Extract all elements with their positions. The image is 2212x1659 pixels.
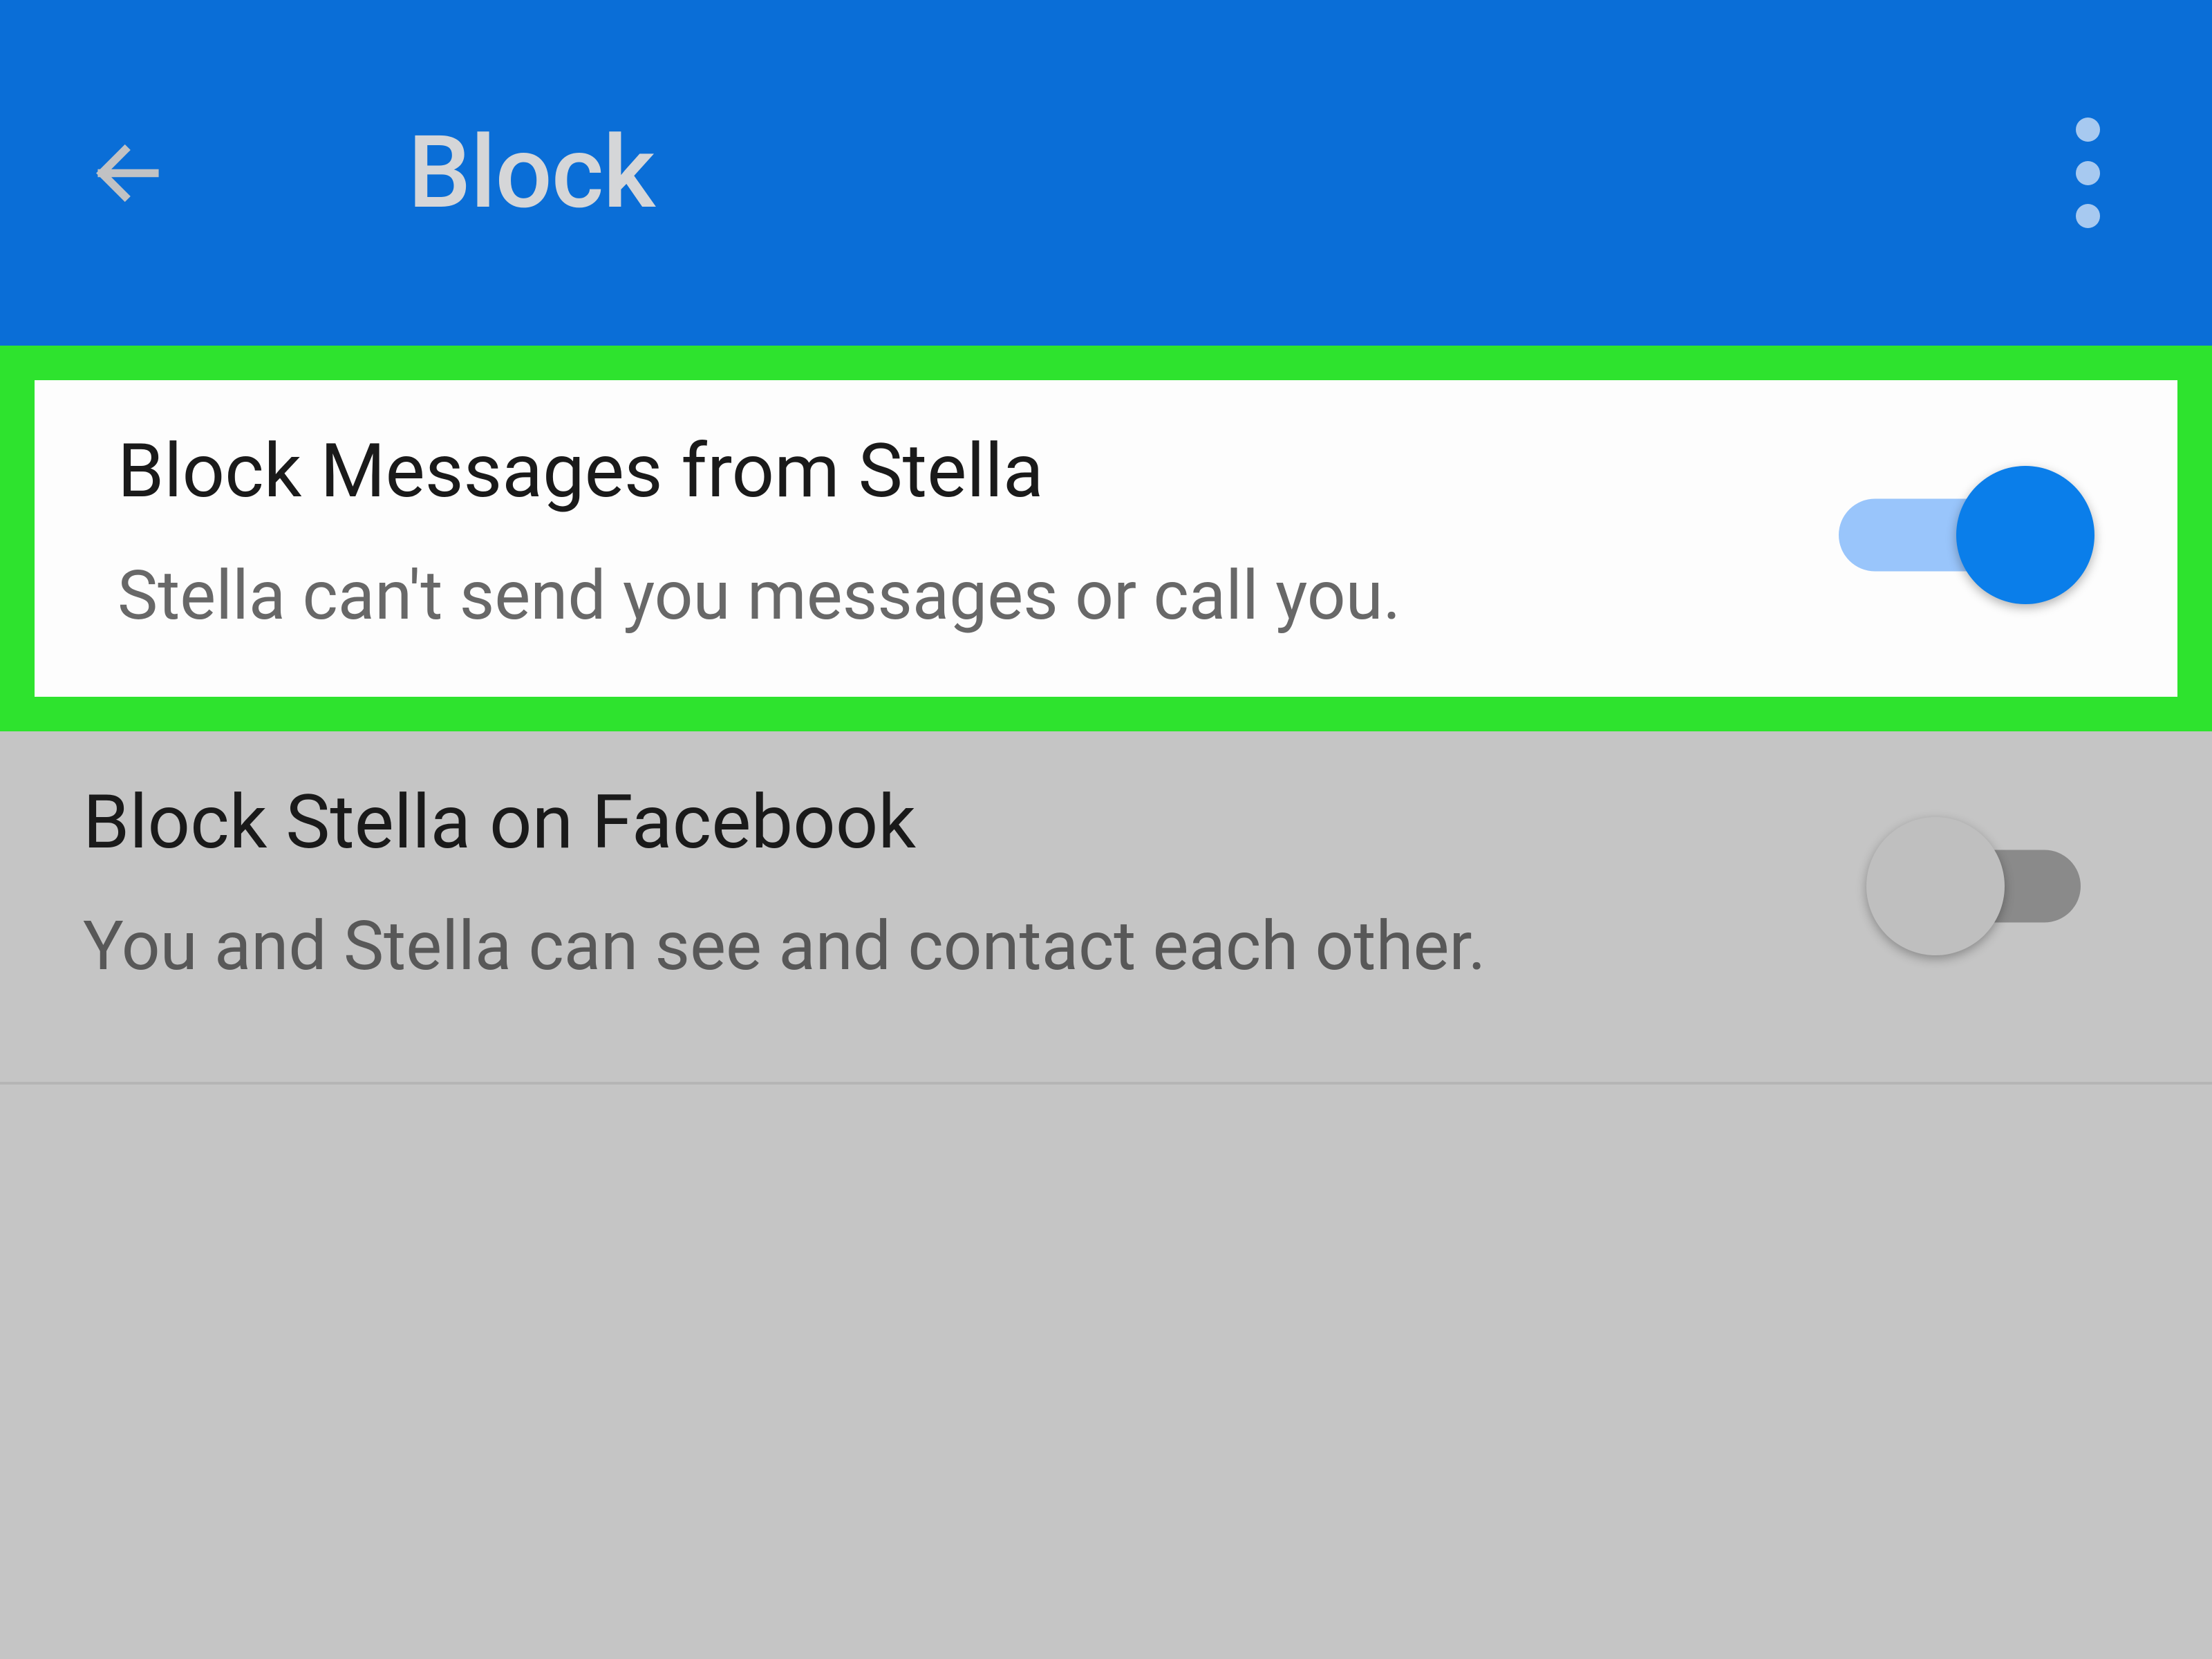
more-vertical-icon bbox=[2076, 118, 2100, 142]
block-facebook-row[interactable]: Block Stella on Facebook You and Stella … bbox=[0, 731, 2212, 1085]
setting-text-block: Block Stella on Facebook You and Stella … bbox=[83, 773, 1873, 1000]
page-title: Block bbox=[408, 114, 655, 232]
highlighted-setting-wrapper: Block Messages from Stella Stella can't … bbox=[0, 346, 2212, 731]
more-vertical-icon bbox=[2076, 161, 2100, 185]
toggle-thumb bbox=[1866, 817, 2005, 955]
block-messages-toggle[interactable] bbox=[1839, 480, 2094, 590]
setting-title: Block Stella on Facebook bbox=[83, 773, 1832, 874]
setting-description: You and Stella can see and contact each … bbox=[83, 894, 1535, 999]
setting-title: Block Messages from Stella bbox=[118, 422, 1797, 523]
block-settings-screen: Block Block Messages from Stella Stella … bbox=[0, 0, 2212, 1659]
more-vertical-icon bbox=[2076, 204, 2100, 228]
setting-text-block: Block Messages from Stella Stella can't … bbox=[118, 422, 1839, 648]
more-options-button[interactable] bbox=[2067, 118, 2108, 228]
block-facebook-toggle[interactable] bbox=[1873, 831, 2129, 941]
app-bar: Block bbox=[0, 0, 2212, 346]
toggle-thumb bbox=[1956, 466, 2094, 604]
setting-description: Stella can't send you messages or call y… bbox=[118, 543, 1569, 648]
back-button[interactable] bbox=[83, 128, 173, 218]
block-messages-row[interactable]: Block Messages from Stella Stella can't … bbox=[35, 380, 2177, 697]
arrow-left-icon bbox=[88, 133, 168, 213]
